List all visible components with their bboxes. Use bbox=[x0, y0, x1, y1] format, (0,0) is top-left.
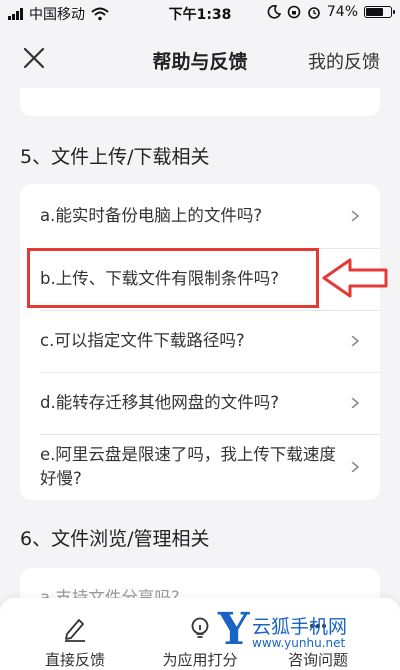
chevron-right-icon bbox=[351, 462, 360, 472]
previous-card-bottom bbox=[20, 88, 380, 116]
battery-percent: 74% bbox=[326, 4, 358, 20]
status-right: 74% bbox=[267, 4, 395, 20]
highlight-box bbox=[27, 248, 319, 308]
watermark-logo: Y 云狐手机网 www.yunhu.net bbox=[218, 604, 388, 655]
faq-item-label: d.能转存迁移其他网盘的文件吗? bbox=[40, 393, 279, 412]
faq-item-5e[interactable]: e.阿里云盘是限速了吗，我上传下载速度好慢? bbox=[20, 434, 380, 500]
alarm-icon bbox=[308, 7, 320, 19]
faq-item-5c[interactable]: c.可以指定文件下载路径吗? bbox=[20, 310, 380, 372]
rotation-lock-icon bbox=[287, 5, 301, 19]
faq-card-5: a.能实时备份电脑上的文件吗? b.上传、下载文件有限制条件吗? c.可以指定文… bbox=[20, 184, 380, 500]
chevron-right-icon bbox=[351, 398, 360, 408]
faq-item-label: a.能实时备份电脑上的文件吗? bbox=[40, 206, 263, 225]
direct-feedback-button[interactable]: 直接反馈 bbox=[20, 598, 130, 670]
watermark-letter: Y bbox=[218, 604, 250, 655]
tab-label: 直接反馈 bbox=[44, 651, 105, 669]
status-bar: 中国移动 下午1:38 74% bbox=[0, 0, 400, 26]
faq-item-label: e.阿里云盘是限速了吗，我上传下载速度好慢? bbox=[40, 445, 336, 488]
section-heading-5: 5、文件上传/下载相关 bbox=[20, 146, 210, 168]
lightbulb-icon bbox=[191, 617, 209, 638]
pen-icon bbox=[65, 619, 85, 642]
chevron-right-icon bbox=[351, 336, 360, 346]
my-feedback-link[interactable]: 我的反馈 bbox=[308, 48, 380, 74]
battery-fill bbox=[366, 8, 384, 16]
nav-bar: 帮助与反馈 我的反馈 bbox=[0, 26, 400, 88]
faq-item-5d[interactable]: d.能转存迁移其他网盘的文件吗? bbox=[20, 372, 380, 434]
section-heading-6: 6、文件浏览/管理相关 bbox=[20, 528, 210, 550]
watermark-url: www.yunhu.net bbox=[252, 636, 346, 650]
arrow-left-icon bbox=[322, 258, 388, 298]
chevron-right-icon bbox=[351, 211, 360, 221]
moon-icon bbox=[267, 5, 281, 19]
watermark-name: 云狐手机网 bbox=[252, 616, 348, 638]
faq-item-5a[interactable]: a.能实时备份电脑上的文件吗? bbox=[20, 184, 380, 248]
battery-icon bbox=[364, 6, 395, 18]
bottom-action-bar: 直接反馈 为应用打分 咨询问题 Y 云狐手机网 www.yunhu.net bbox=[0, 598, 400, 670]
faq-item-label: c.可以指定文件下载路径吗? bbox=[40, 331, 245, 350]
